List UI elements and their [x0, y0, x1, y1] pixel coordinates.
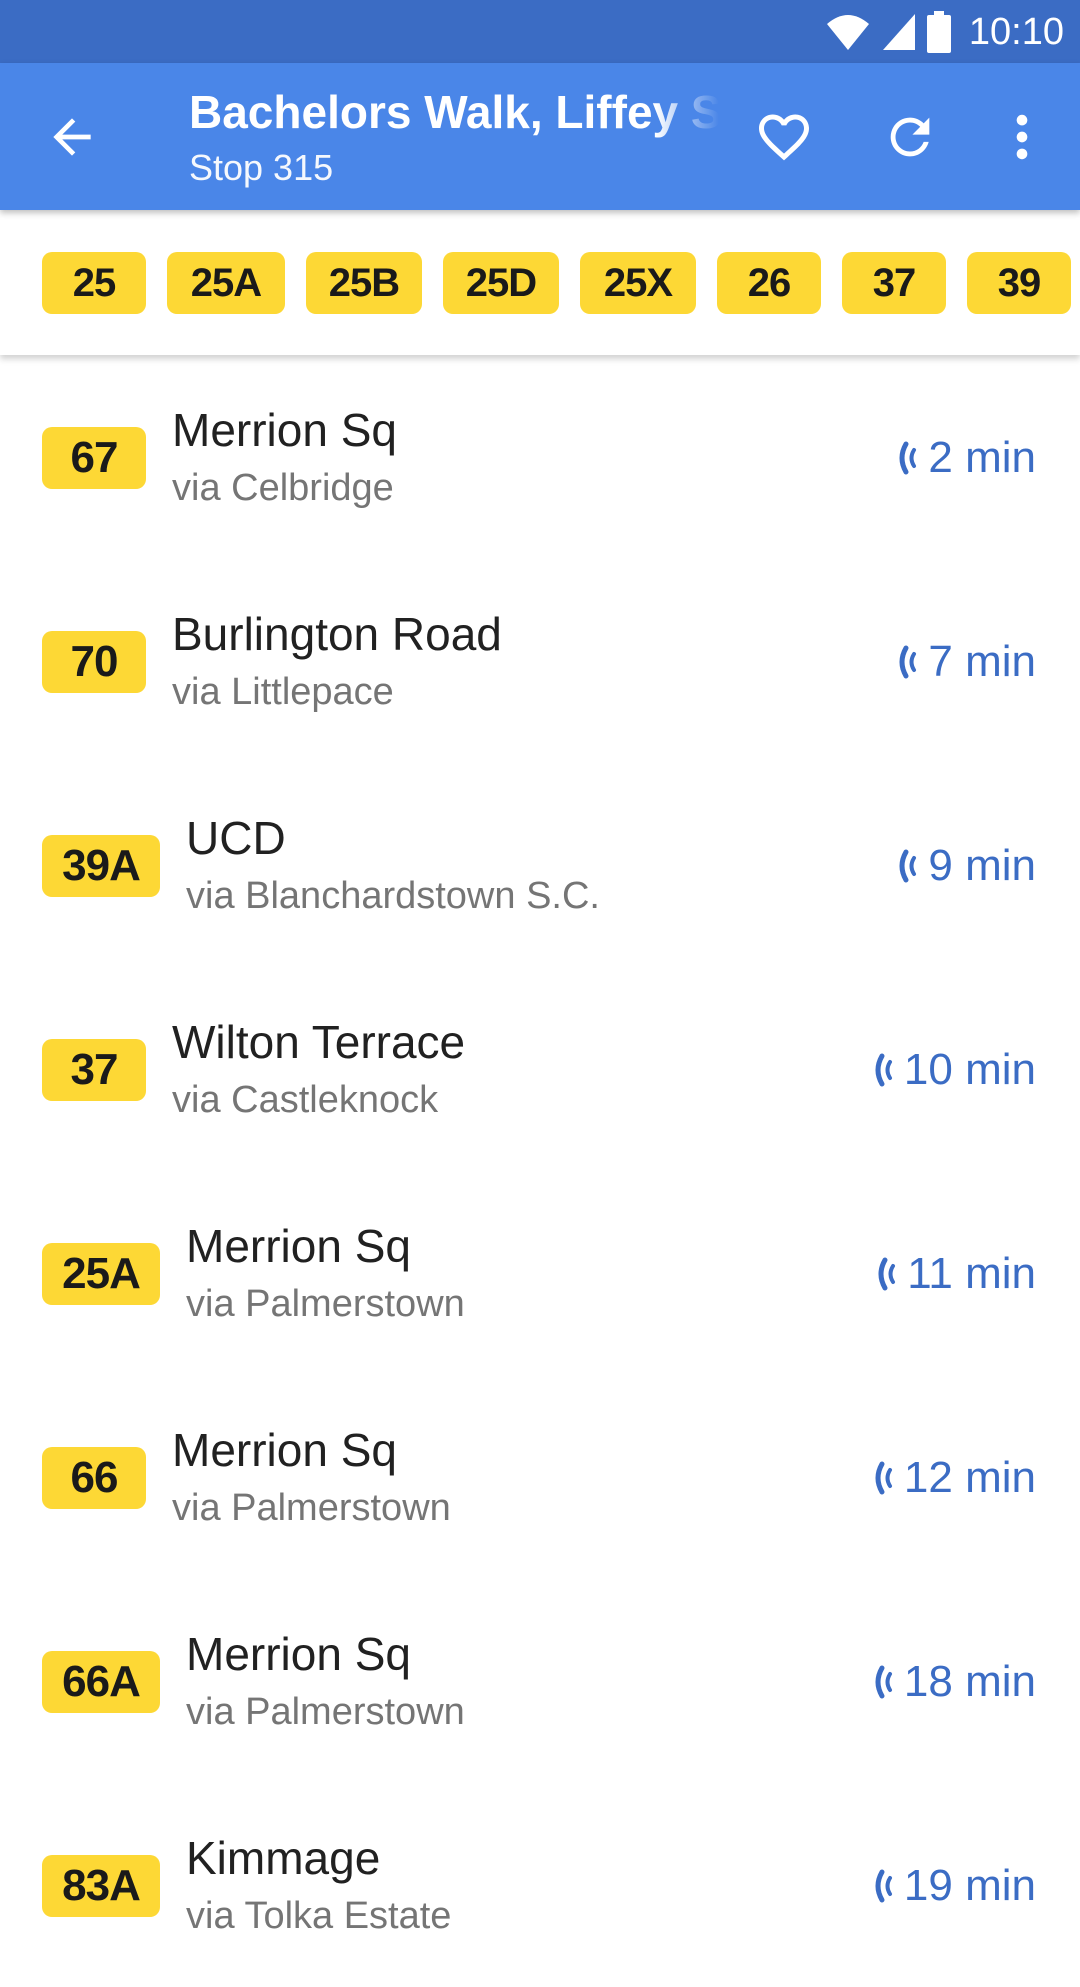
wifi-icon — [826, 15, 869, 50]
departure-row[interactable]: 25A Merrion Sq via Palmerstown 11 min — [0, 1171, 1080, 1375]
destination-name: Merrion Sq — [186, 1628, 411, 1680]
route-via: via Palmerstown — [186, 1283, 465, 1325]
eta-text: 18 min — [903, 1657, 1036, 1706]
route-chip-25b[interactable]: 25B — [306, 252, 422, 314]
eta-text: 19 min — [903, 1861, 1036, 1910]
departure-list: 67 Merrion Sq via Celbridge 2 min 70 Burlingt… — [0, 355, 1080, 1987]
eta: 18 min — [872, 1657, 1036, 1707]
route-chip-25x[interactable]: 25X — [580, 252, 696, 314]
status-time: 10:10 — [968, 10, 1064, 53]
destination-name: Merrion Sq — [186, 1220, 411, 1272]
eta-text: 12 min — [903, 1453, 1036, 1502]
more-options-button[interactable] — [990, 105, 1054, 169]
route-via: via Tolka Estate — [186, 1895, 452, 1937]
app-bar: Bachelors Walk, Liffey St Stop 315 — [0, 63, 1080, 210]
realtime-signal-icon — [899, 441, 917, 475]
eta: 9 min — [896, 841, 1036, 891]
eta-text: 10 min — [903, 1045, 1036, 1094]
status-bar: 10:10 — [0, 0, 1080, 63]
more-vert-icon — [1016, 114, 1028, 160]
refresh-icon — [890, 117, 930, 157]
realtime-signal-icon — [875, 1461, 892, 1495]
realtime-signal-icon — [875, 1665, 892, 1699]
realtime-signal-icon — [875, 1869, 892, 1903]
cell-signal-icon — [882, 14, 915, 50]
status-icons: 10:10 — [825, 10, 1064, 54]
route-filter-bar: 25 25A 25B 25D 25X 26 37 39 — [0, 210, 1080, 355]
route-badge: 70 — [42, 631, 146, 693]
departure-row[interactable]: 39A UCD via Blanchardstown S.C. 9 min — [0, 763, 1080, 967]
eta-text: 9 min — [928, 841, 1036, 890]
eta-text: 2 min — [928, 433, 1036, 482]
route-chip-25d[interactable]: 25D — [443, 252, 559, 314]
route-badge: 39A — [42, 835, 160, 897]
refresh-button[interactable] — [878, 105, 942, 169]
realtime-signal-icon — [899, 849, 917, 883]
route-via: via Littlepace — [172, 671, 394, 713]
route-badge: 66A — [42, 1651, 160, 1713]
destination-name: Kimmage — [186, 1832, 381, 1884]
back-arrow-icon — [53, 118, 91, 156]
route-badge: 67 — [42, 427, 146, 489]
eta-text: 7 min — [928, 637, 1036, 686]
destination-name: UCD — [186, 812, 286, 864]
realtime-signal-icon — [878, 1257, 896, 1291]
eta: 12 min — [872, 1453, 1036, 1503]
route-chip-25[interactable]: 25 — [42, 252, 146, 314]
departure-row[interactable]: 83A Kimmage via Tolka Estate 19 min — [0, 1783, 1080, 1987]
departure-row[interactable]: 67 Merrion Sq via Celbridge 2 min — [0, 355, 1080, 559]
route-chip-39[interactable]: 39 — [967, 252, 1071, 314]
route-chip-37[interactable]: 37 — [842, 252, 946, 314]
route-via: via Palmerstown — [186, 1691, 465, 1733]
route-chip-26[interactable]: 26 — [717, 252, 821, 314]
route-via: via Palmerstown — [172, 1487, 451, 1529]
eta: 2 min — [896, 433, 1036, 483]
departure-row[interactable]: 66 Merrion Sq via Palmerstown 12 min — [0, 1375, 1080, 1579]
departure-row[interactable]: 70 Burlington Road via Littlepace 7 min — [0, 559, 1080, 763]
departure-row[interactable]: 37 Wilton Terrace via Castleknock 10 min — [0, 967, 1080, 1171]
eta: 11 min — [875, 1249, 1036, 1299]
destination-name: Wilton Terrace — [172, 1016, 466, 1068]
realtime-signal-icon — [875, 1053, 892, 1087]
eta: 10 min — [872, 1045, 1036, 1095]
stop-number: Stop 315 — [189, 147, 334, 188]
eta-text: 11 min — [907, 1249, 1036, 1298]
route-via: via Castleknock — [172, 1079, 439, 1121]
destination-name: Merrion Sq — [172, 1424, 397, 1476]
route-badge: 83A — [42, 1855, 160, 1917]
route-via: via Celbridge — [172, 467, 394, 509]
destination-name: Merrion Sq — [172, 404, 397, 456]
favorite-button[interactable] — [752, 105, 816, 169]
route-chip-row: 25 25A 25B 25D 25X 26 37 39 — [42, 252, 1071, 314]
route-chip-25a[interactable]: 25A — [167, 252, 285, 314]
eta: 7 min — [896, 637, 1036, 687]
route-badge: 37 — [42, 1039, 146, 1101]
eta: 19 min — [872, 1861, 1036, 1911]
realtime-signal-icon — [899, 645, 917, 679]
departure-row[interactable]: 66A Merrion Sq via Palmerstown 18 min — [0, 1579, 1080, 1783]
route-badge: 25A — [42, 1243, 160, 1305]
route-badge: 66 — [42, 1447, 146, 1509]
battery-icon — [926, 11, 951, 53]
route-via: via Blanchardstown S.C. — [186, 875, 600, 917]
stop-title: Bachelors Walk, Liffey St — [189, 86, 719, 138]
back-button[interactable] — [44, 109, 100, 165]
destination-name: Burlington Road — [172, 608, 502, 660]
heart-icon — [759, 114, 809, 161]
